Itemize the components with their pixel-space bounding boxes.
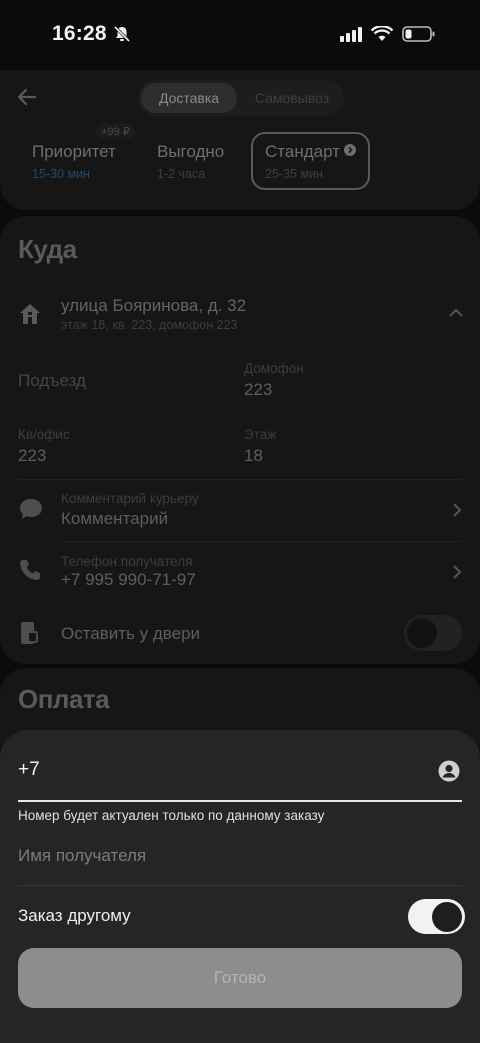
battery-icon	[402, 26, 436, 47]
door-icon	[18, 621, 40, 650]
intercom-label: Домофон	[244, 361, 304, 376]
status-icons	[340, 25, 436, 47]
leave-door-label: Оставить у двери	[61, 624, 201, 643]
option-cheap-time: 1-2 часа	[157, 167, 206, 181]
option-standard[interactable]: Стандарт 25-35 мин	[251, 132, 370, 190]
phone-hint: Номер будет актуален только по данному з…	[18, 808, 325, 823]
toggle-knob	[407, 618, 437, 648]
entrance-field[interactable]: Подъезд	[18, 371, 86, 391]
done-button[interactable]: Готово	[18, 948, 462, 1008]
status-time: 16:28	[52, 22, 107, 45]
phone-value[interactable]: +7 995 990-71-97	[61, 570, 196, 590]
floor-label: Этаж	[244, 427, 277, 442]
option-cheap[interactable]: Выгодно 1-2 часа	[143, 132, 247, 190]
order-other-label: Заказ другому	[18, 906, 131, 925]
option-standard-title: Стандарт	[265, 142, 340, 161]
home-icon	[18, 302, 42, 331]
chevron-right-icon[interactable]	[452, 564, 462, 585]
tab-delivery[interactable]: Доставка	[141, 83, 237, 113]
toggle-knob	[432, 902, 462, 932]
where-title: Куда	[18, 234, 77, 264]
info-icon[interactable]	[343, 143, 356, 161]
comment-value[interactable]: Комментарий	[61, 509, 168, 529]
comment-icon	[18, 497, 44, 526]
apartment-value[interactable]: 223	[18, 446, 46, 466]
divider	[61, 541, 462, 542]
contact-icon[interactable]	[438, 760, 460, 787]
recipient-phone-input[interactable]: +7	[18, 759, 40, 781]
option-standard-time: 25-35 мин	[265, 167, 323, 181]
option-cheap-title: Выгодно	[157, 142, 225, 161]
recipient-name-input[interactable]: Имя получателя	[18, 846, 146, 866]
address-details: этаж 18, кв. 223, домофон 223	[61, 318, 238, 332]
phone-icon	[18, 558, 42, 587]
divider	[18, 479, 462, 480]
back-arrow-icon[interactable]	[16, 86, 38, 113]
apartment-label: Кв/офис	[18, 427, 70, 442]
address-card	[0, 216, 480, 664]
address-line[interactable]: улица Бояринова, д. 32	[61, 296, 246, 316]
divider	[18, 885, 462, 886]
chevron-right-icon[interactable]	[452, 502, 462, 523]
wifi-icon	[370, 25, 394, 47]
comment-label: Комментарий курьеру	[61, 491, 199, 506]
intercom-value[interactable]: 223	[244, 380, 272, 400]
signal-icon	[340, 26, 362, 47]
floor-value[interactable]: 18	[244, 446, 263, 466]
bell-muted-icon	[113, 25, 131, 48]
priority-price-badge: +99 ₽	[96, 124, 135, 139]
option-priority-title: Приоритет	[32, 142, 116, 161]
tab-pickup[interactable]: Самовывоз	[240, 83, 344, 113]
phone-label: Телефон получателя	[61, 554, 193, 569]
chevron-up-icon[interactable]	[448, 306, 464, 324]
option-priority-time: 15-30 мин	[32, 167, 90, 181]
leave-door-toggle[interactable]	[404, 615, 462, 651]
payment-title: Оплата	[18, 684, 110, 714]
option-priority[interactable]: Приоритет 15-30 мин	[18, 132, 138, 190]
phone-input-underline	[18, 800, 462, 802]
